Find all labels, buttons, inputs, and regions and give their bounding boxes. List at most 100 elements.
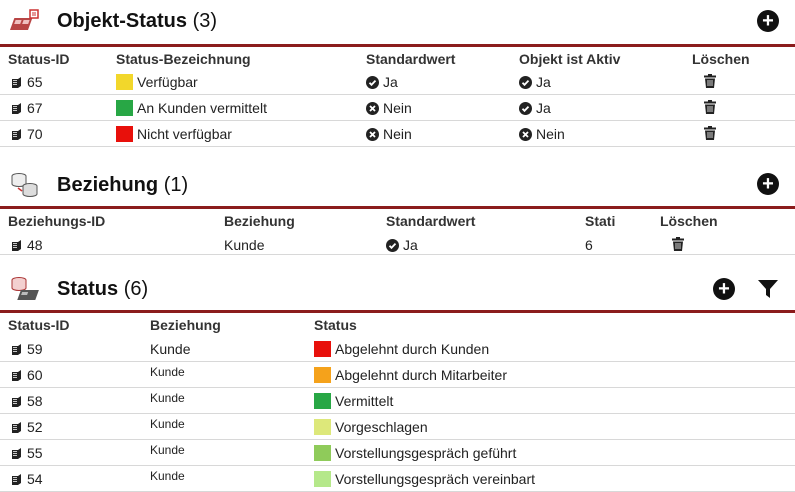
status-icon xyxy=(11,277,39,300)
trash-icon[interactable] xyxy=(704,126,716,140)
table-row: 70 Nicht verfügbar Nein Nein xyxy=(0,121,795,147)
trash-icon[interactable] xyxy=(704,74,716,88)
status-name-cell: Vorgeschlagen xyxy=(314,419,428,435)
add-status-button[interactable]: + xyxy=(713,278,735,300)
status-name-cell: Abgelehnt durch Kunden xyxy=(314,341,489,357)
status-name-cell: Vorstellungsgespräch vereinbart xyxy=(314,471,535,487)
standardwert-cell: Ja xyxy=(366,74,398,90)
beziehung-name-cell: Kunde xyxy=(224,237,265,253)
objekt-aktiv-cell: Nein xyxy=(519,126,565,142)
color-swatch xyxy=(314,393,331,409)
objekt-aktiv-cell: Ja xyxy=(519,74,551,90)
filter-icon[interactable] xyxy=(757,278,779,300)
status-id-cell[interactable]: 70 xyxy=(12,126,43,142)
color-swatch xyxy=(314,367,331,383)
table-row: 48 Kunde Ja 6 xyxy=(0,232,795,255)
color-swatch xyxy=(314,471,331,487)
table-row: 67 An Kunden vermittelt Nein Ja xyxy=(0,95,795,121)
status-id-cell[interactable]: 59 xyxy=(12,341,43,357)
status-id-cell[interactable]: 54 xyxy=(12,471,43,487)
status-id-cell[interactable]: 65 xyxy=(12,74,43,90)
beziehung-cell: Kunde xyxy=(150,341,191,357)
col-loeschen: Löschen xyxy=(692,51,750,67)
col-status: Status xyxy=(314,317,357,333)
beziehungs-id-cell[interactable]: 48 xyxy=(12,237,43,253)
status-table-header: Status-ID Beziehung Status xyxy=(0,310,795,334)
col-standardwert: Standardwert xyxy=(386,213,476,229)
table-row: 60 Kunde Abgelehnt durch Mitarbeiter xyxy=(0,362,795,388)
document-icon xyxy=(12,77,21,88)
x-circle-icon xyxy=(519,128,532,141)
document-icon xyxy=(12,344,21,355)
color-swatch xyxy=(116,74,133,90)
status-name-cell: Nicht verfügbar xyxy=(116,126,232,142)
document-icon xyxy=(12,129,21,140)
col-beziehungs-id: Beziehungs-ID xyxy=(8,213,106,229)
status-id-cell[interactable]: 60 xyxy=(12,367,43,383)
document-icon xyxy=(12,448,21,459)
color-swatch xyxy=(314,445,331,461)
status-name-cell: Vorstellungsgespräch geführt xyxy=(314,445,516,461)
objekt-status-icon xyxy=(10,9,39,30)
beziehung-cell: Kunde xyxy=(150,443,185,457)
col-beziehung: Beziehung xyxy=(224,213,295,229)
status-header: Status (6) + xyxy=(0,274,795,310)
objekt-status-title: Objekt-Status (3) xyxy=(57,10,218,32)
status-id-cell[interactable]: 67 xyxy=(12,100,43,116)
delete-button[interactable] xyxy=(672,237,684,254)
x-circle-icon xyxy=(366,128,379,141)
col-status-bezeichnung: Status-Bezeichnung xyxy=(116,51,251,67)
beziehung-cell: Kunde xyxy=(150,391,185,405)
delete-button[interactable] xyxy=(704,74,716,91)
status-name-cell: Vermittelt xyxy=(314,393,393,409)
objekt-status-header: Objekt-Status (3) + xyxy=(0,6,795,42)
status-id-cell[interactable]: 55 xyxy=(12,445,43,461)
col-beziehung: Beziehung xyxy=(150,317,221,333)
trash-icon[interactable] xyxy=(672,237,684,251)
table-row: 59 Kunde Abgelehnt durch Kunden xyxy=(0,336,795,362)
status-name-cell: An Kunden vermittelt xyxy=(116,100,267,116)
beziehung-cell: Kunde xyxy=(150,417,185,431)
col-standardwert: Standardwert xyxy=(366,51,456,67)
table-row: 55 Kunde Vorstellungsgespräch geführt xyxy=(0,440,795,466)
check-circle-icon xyxy=(366,76,379,89)
col-status-id: Status-ID xyxy=(8,317,70,333)
beziehung-table-header: Beziehungs-ID Beziehung Standardwert Sta… xyxy=(0,206,795,230)
color-swatch xyxy=(116,100,133,116)
color-swatch xyxy=(314,341,331,357)
objekt-status-table-header: Status-ID Status-Bezeichnung Standardwer… xyxy=(0,44,795,68)
document-icon xyxy=(12,103,21,114)
add-objekt-status-button[interactable]: + xyxy=(757,10,779,32)
col-loeschen: Löschen xyxy=(660,213,718,229)
status-name-cell: Verfügbar xyxy=(116,74,198,90)
standardwert-cell: Nein xyxy=(366,126,412,142)
document-icon xyxy=(12,240,21,251)
delete-button[interactable] xyxy=(704,100,716,117)
beziehung-cell: Kunde xyxy=(150,365,185,379)
delete-button[interactable] xyxy=(704,126,716,143)
col-status-id: Status-ID xyxy=(8,51,70,67)
add-beziehung-button[interactable]: + xyxy=(757,173,779,195)
document-icon xyxy=(12,370,21,381)
beziehung-cell: Kunde xyxy=(150,469,185,483)
color-swatch xyxy=(314,419,331,435)
status-title: Status (6) xyxy=(57,278,149,300)
status-id-cell[interactable]: 52 xyxy=(12,419,43,435)
table-row: 65 Verfügbar Ja Ja xyxy=(0,69,795,95)
check-circle-icon xyxy=(519,102,532,115)
status-id-cell[interactable]: 58 xyxy=(12,393,43,409)
trash-icon[interactable] xyxy=(704,100,716,114)
document-icon xyxy=(12,396,21,407)
objekt-aktiv-cell: Ja xyxy=(519,100,551,116)
stati-cell: 6 xyxy=(585,237,593,253)
table-row: 54 Kunde Vorstellungsgespräch vereinbart xyxy=(0,466,795,492)
beziehung-title: Beziehung (1) xyxy=(57,174,189,196)
x-circle-icon xyxy=(366,102,379,115)
table-row: 58 Kunde Vermittelt xyxy=(0,388,795,414)
document-icon xyxy=(12,422,21,433)
check-circle-icon xyxy=(386,239,399,252)
beziehung-header: Beziehung (1) + xyxy=(0,170,795,206)
document-icon xyxy=(12,474,21,485)
standardwert-cell: Ja xyxy=(386,237,418,253)
check-circle-icon xyxy=(519,76,532,89)
